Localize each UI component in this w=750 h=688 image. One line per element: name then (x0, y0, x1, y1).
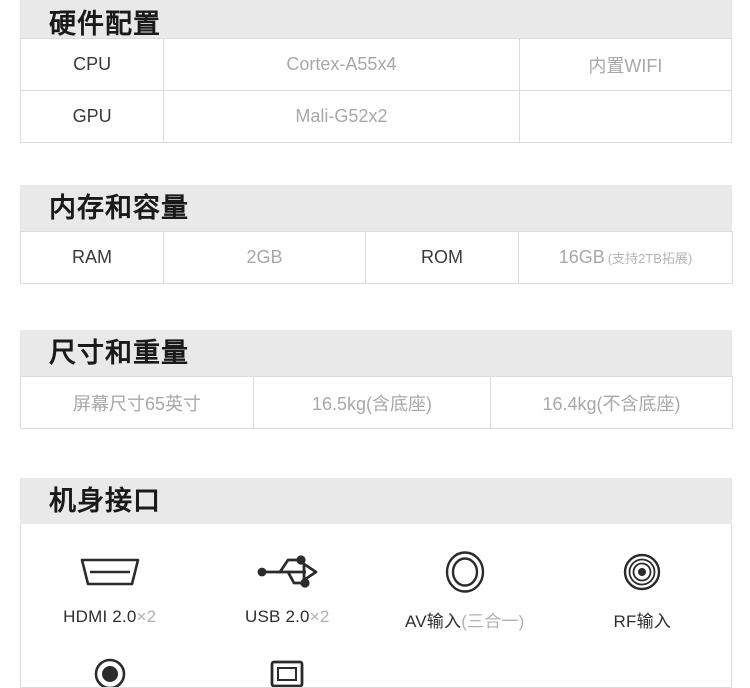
cell-screen-size: 屏幕尺寸65英寸 (20, 376, 254, 429)
section-header-ports: 机身接口 (20, 478, 732, 524)
section-header-size-weight: 尺寸和重量 (20, 330, 732, 376)
spec-sheet-page: 硬件配置 CPU Cortex-A55x4 内置WIFI GPU Mali-G5… (0, 0, 750, 688)
cell-ram-label: RAM (20, 231, 164, 284)
port-label-hdmi-suffix: ×2 (136, 607, 157, 626)
ports-grid-row-one: HDMI 2.0×2 USB 2.0×2 AV输入(三合一) RF输入 (21, 524, 731, 638)
port-label-rf-text: RF输入 (613, 612, 671, 631)
port-label-av: AV输入(三合一) (405, 607, 525, 632)
port-label-av-text: AV输入 (404, 612, 462, 631)
optical-output-icon (263, 652, 311, 687)
table-row: CPU Cortex-A55x4 内置WIFI (19, 38, 733, 91)
cell-weight-with-stand: 16.5kg(含底座) (253, 376, 491, 429)
port-label-rf: RF输入 (614, 607, 671, 632)
cell-cpu-label: CPU (19, 38, 165, 91)
headphone-jack-icon (86, 652, 134, 687)
memory-spec-table: RAM 2GB ROM 16GB (支持2TB拓展) (20, 231, 733, 284)
section-card-hardware: 硬件配置 CPU Cortex-A55x4 内置WIFI GPU Mali-G5… (19, 0, 733, 143)
cell-rom-label: ROM (365, 231, 519, 284)
ports-body: HDMI 2.0×2 USB 2.0×2 AV输入(三合一) RF输入 (20, 524, 732, 688)
port-label-hdmi-text: HDMI 2.0 (63, 607, 137, 626)
table-row: 屏幕尺寸65英寸 16.5kg(含底座) 16.4kg(不含底座) (20, 376, 733, 429)
port-item-optical[interactable] (199, 652, 377, 687)
ports-grid-row-two (21, 638, 731, 687)
cell-weight-without-stand: 16.4kg(不含底座) (490, 376, 733, 429)
cell-cpu-value: Cortex-A55x4 (163, 38, 520, 91)
section-card-memory: 内存和容量 RAM 2GB ROM 16GB (支持2TB拓展) (20, 185, 733, 284)
rf-input-icon (618, 546, 666, 598)
section-title-hardware: 硬件配置 (49, 9, 161, 38)
section-title-memory: 内存和容量 (49, 192, 189, 224)
rom-expansion-note: (支持2TB拓展) (607, 251, 693, 266)
port-item-headphone[interactable] (21, 652, 199, 687)
port-label-usb-suffix: ×2 (309, 607, 330, 626)
cell-gpu-label: GPU (19, 90, 165, 143)
section-card-size-weight: 尺寸和重量 屏幕尺寸65英寸 16.5kg(含底座) 16.4kg(不含底座) (20, 330, 733, 429)
section-header-memory: 内存和容量 (20, 185, 732, 231)
cell-rom-value: 16GB (支持2TB拓展) (518, 231, 733, 284)
port-label-usb-text: USB 2.0 (244, 607, 310, 626)
table-row: GPU Mali-G52x2 (19, 90, 733, 143)
port-label-usb: USB 2.0×2 (245, 607, 330, 627)
av-input-icon (441, 546, 489, 598)
port-label-av-suffix: (三合一) (461, 612, 525, 631)
port-label-hdmi: HDMI 2.0×2 (63, 607, 156, 627)
section-card-ports: 机身接口 HDMI 2.0×2 USB 2.0×2 AV输入(三合一) RF输入 (20, 478, 732, 688)
size-weight-spec-table: 屏幕尺寸65英寸 16.5kg(含底座) 16.4kg(不含底座) (20, 376, 733, 429)
cell-ram-value: 2GB (163, 231, 366, 284)
hdmi-port-icon (77, 546, 143, 598)
section-title-size-weight: 尺寸和重量 (49, 337, 189, 369)
cell-wifi-value: 内置WIFI (518, 38, 733, 91)
section-title-ports: 机身接口 (49, 485, 161, 517)
table-row: RAM 2GB ROM 16GB (支持2TB拓展) (20, 231, 733, 284)
section-header-hardware: 硬件配置 (20, 0, 732, 38)
port-item-av[interactable]: AV输入(三合一) (376, 546, 554, 632)
port-item-hdmi[interactable]: HDMI 2.0×2 (21, 546, 199, 632)
rom-size-text: 16GB (558, 247, 605, 267)
usb-port-icon (254, 546, 320, 598)
cell-gpu-value: Mali-G52x2 (163, 90, 520, 143)
port-item-rf[interactable]: RF输入 (554, 546, 732, 632)
hardware-spec-table: CPU Cortex-A55x4 内置WIFI GPU Mali-G52x2 (19, 38, 733, 143)
port-item-usb[interactable]: USB 2.0×2 (199, 546, 377, 632)
cell-empty (518, 90, 733, 143)
